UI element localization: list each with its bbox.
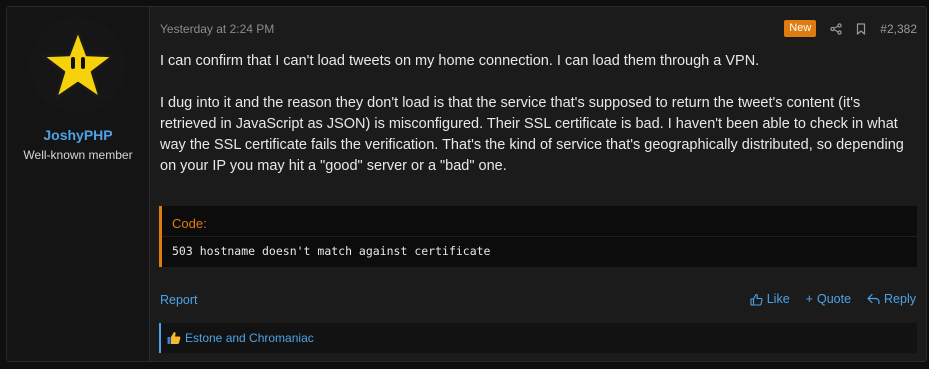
reactions-users[interactable]: Estone and Chromaniac xyxy=(185,331,314,345)
report-link[interactable]: Report xyxy=(160,293,198,307)
like-label: Like xyxy=(766,292,790,306)
reply-button[interactable]: Reply xyxy=(867,292,916,306)
code-block-content[interactable]: 503 hostname doesn't match against certi… xyxy=(172,244,491,258)
user-title: Well-known member xyxy=(23,148,133,162)
post-timestamp[interactable]: Yesterday at 2:24 PM xyxy=(160,22,274,36)
user-info-panel: JoshyPHP Well-known member xyxy=(7,7,150,361)
star-avatar-icon xyxy=(41,29,115,100)
message-post: JoshyPHP Well-known member Yesterday at … xyxy=(6,6,927,362)
code-block: Code: 503 hostname doesn't match against… xyxy=(159,206,917,267)
share-icon[interactable] xyxy=(830,22,842,35)
post-number-link[interactable]: #2,382 xyxy=(880,22,917,36)
reactions-bar[interactable]: Estone and Chromaniac xyxy=(159,323,917,353)
thumbs-up-icon xyxy=(750,293,763,306)
reply-label: Reply xyxy=(884,292,916,306)
username[interactable]: JoshyPHP xyxy=(7,127,149,143)
bookmark-icon[interactable] xyxy=(856,22,866,35)
code-block-title: Code: xyxy=(172,216,207,231)
post-actions: Like + Quote Reply xyxy=(750,292,916,306)
post-meta-actions: New #2,382 xyxy=(784,20,917,37)
quote-button[interactable]: + Quote xyxy=(806,292,851,306)
like-button[interactable]: Like xyxy=(750,292,790,306)
post-body: I can confirm that I can't load tweets o… xyxy=(160,51,920,198)
code-block-divider xyxy=(162,236,917,237)
reply-icon xyxy=(867,293,880,305)
post-paragraph: I can confirm that I can't load tweets o… xyxy=(160,53,760,69)
avatar[interactable] xyxy=(30,17,126,113)
quote-label: Quote xyxy=(816,292,852,306)
post-paragraph: I dug into it and the reason they don't … xyxy=(160,95,904,174)
new-badge: New xyxy=(784,20,817,37)
thumbs-up-reaction-icon xyxy=(167,332,181,344)
plus-icon: + xyxy=(805,292,813,306)
